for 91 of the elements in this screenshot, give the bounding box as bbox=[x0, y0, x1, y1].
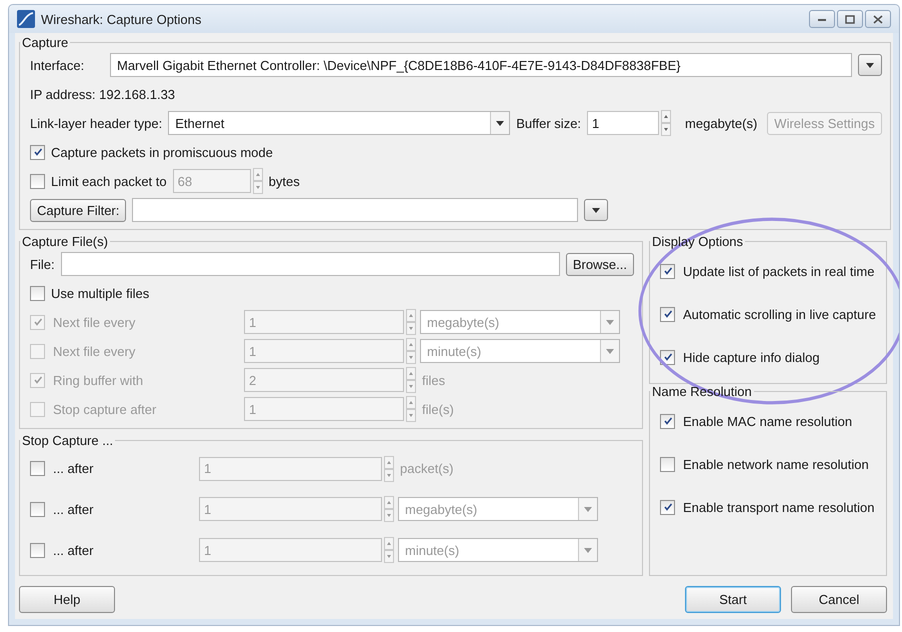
caret-icon bbox=[866, 62, 874, 68]
maximize-button[interactable] bbox=[837, 10, 863, 28]
close-button[interactable] bbox=[865, 10, 891, 28]
buffer-size-label: Buffer size: bbox=[516, 116, 582, 130]
close-icon bbox=[873, 14, 883, 24]
option-label: Hide capture info dialog bbox=[683, 350, 820, 364]
dialog-button[interactable]: Start bbox=[685, 586, 781, 613]
caret-icon bbox=[584, 548, 592, 553]
dialog-button[interactable]: Help bbox=[19, 586, 115, 613]
option-label: ... after bbox=[53, 542, 94, 558]
unit-label: megabyte(s) bbox=[685, 116, 758, 130]
option-label: Stop capture after bbox=[53, 402, 156, 416]
spin-arrows-icon[interactable] bbox=[406, 367, 416, 393]
spin-arrows-icon[interactable] bbox=[406, 396, 416, 422]
file-path-field[interactable] bbox=[60, 252, 560, 276]
group-title: Stop Capture ... bbox=[21, 433, 114, 448]
file-label: File: bbox=[30, 256, 55, 272]
option-label: Ring buffer with bbox=[53, 372, 144, 388]
unit-label: bytes bbox=[268, 174, 300, 188]
group-title: Capture bbox=[21, 35, 70, 50]
unit-label: packet(s) bbox=[399, 461, 454, 476]
option-label: ... after bbox=[53, 502, 94, 517]
option-label: ... after bbox=[53, 461, 94, 476]
checkbox[interactable] bbox=[30, 144, 45, 160]
unit-label: files bbox=[421, 372, 446, 388]
checkbox[interactable] bbox=[30, 461, 45, 476]
group-title: Display Options bbox=[651, 234, 744, 249]
checkbox[interactable] bbox=[660, 306, 675, 322]
checkmark-icon bbox=[662, 352, 672, 362]
checkmark-icon bbox=[662, 416, 672, 426]
option-label: Next file every bbox=[53, 314, 136, 330]
checkbox[interactable] bbox=[30, 542, 45, 558]
checkbox[interactable] bbox=[660, 500, 675, 514]
link-layer-dropdown[interactable]: Ethernet bbox=[168, 111, 510, 135]
checkbox[interactable] bbox=[660, 456, 675, 472]
option-label: Enable MAC name resolution bbox=[683, 414, 852, 428]
spin-arrows-icon[interactable] bbox=[384, 537, 394, 564]
option-label: Use multiple files bbox=[51, 286, 150, 300]
caret-icon bbox=[606, 320, 614, 324]
dialog-button[interactable]: Cancel bbox=[791, 586, 887, 613]
checkbox[interactable] bbox=[30, 286, 45, 300]
unit-label: file(s) bbox=[421, 402, 454, 416]
checkmark-icon bbox=[32, 147, 42, 157]
caret-icon bbox=[496, 120, 504, 126]
capture-filter-button[interactable]: Capture Filter: bbox=[30, 198, 126, 222]
spin-arrows-icon[interactable] bbox=[384, 496, 394, 522]
spin-arrows-icon[interactable] bbox=[384, 456, 394, 482]
spin-arrows-icon[interactable] bbox=[406, 309, 416, 335]
checkmark-icon bbox=[32, 375, 42, 385]
caret-icon bbox=[584, 506, 592, 512]
capture-filter-field[interactable] bbox=[132, 198, 578, 222]
checkmark-icon bbox=[662, 309, 672, 319]
option-label: Next file every bbox=[53, 344, 136, 358]
checkbox[interactable] bbox=[660, 264, 675, 278]
spin-arrows-icon[interactable] bbox=[252, 168, 263, 194]
link-layer-label: Link-layer header type: bbox=[30, 116, 162, 130]
maximize-icon bbox=[845, 14, 855, 24]
window-title: Wireshark: Capture Options bbox=[41, 12, 202, 26]
option-label: Automatic scrolling in live capture bbox=[683, 306, 876, 322]
minimize-button[interactable] bbox=[809, 10, 835, 28]
checkbox[interactable] bbox=[660, 414, 675, 428]
spin-field[interactable]: 1 bbox=[199, 538, 382, 562]
buffer-size-field[interactable]: 1 bbox=[587, 111, 660, 135]
option-label: Limit each packet to bbox=[51, 174, 167, 188]
spin-field[interactable]: 1 bbox=[199, 497, 382, 522]
dropdown-button[interactable] bbox=[584, 199, 608, 221]
unit-dropdown[interactable]: megabyte(s) bbox=[398, 497, 598, 522]
option-label: Update list of packets in real time bbox=[683, 264, 874, 278]
caret-icon bbox=[606, 348, 614, 354]
minimize-icon bbox=[817, 16, 827, 22]
group-title: Capture File(s) bbox=[21, 234, 109, 249]
option-label: Enable transport name resolution bbox=[683, 500, 875, 514]
group-title: Name Resolution bbox=[651, 384, 753, 399]
spin-arrows-icon[interactable] bbox=[406, 338, 416, 364]
checkbox[interactable] bbox=[30, 502, 45, 517]
spin-field[interactable]: 1 bbox=[199, 456, 382, 481]
unit-dropdown[interactable]: minute(s) bbox=[398, 538, 598, 562]
checkmark-icon bbox=[662, 266, 672, 276]
checkbox[interactable] bbox=[660, 350, 675, 364]
interface-label: Interface: bbox=[30, 58, 86, 72]
interface-dropdown[interactable]: Marvell Gigabit Ethernet Controller: \Device\NPF_{C8DE18B6-410F-4E7E-9143-D84DF8838FBE} bbox=[110, 53, 852, 77]
fin-icon bbox=[17, 10, 35, 28]
checkmark-icon bbox=[32, 317, 42, 327]
option-label: Capture packets in promiscuous mode bbox=[51, 144, 273, 160]
spin-arrows-icon[interactable] bbox=[661, 110, 672, 136]
option-label: Enable network name resolution bbox=[683, 456, 869, 472]
browse-button[interactable]: Browse... bbox=[566, 252, 634, 276]
checkmark-icon bbox=[662, 502, 672, 512]
ip-address-label: IP address: 192.168.1.33 bbox=[30, 86, 176, 102]
caret-icon bbox=[592, 208, 600, 212]
dropdown-button[interactable] bbox=[858, 54, 882, 76]
